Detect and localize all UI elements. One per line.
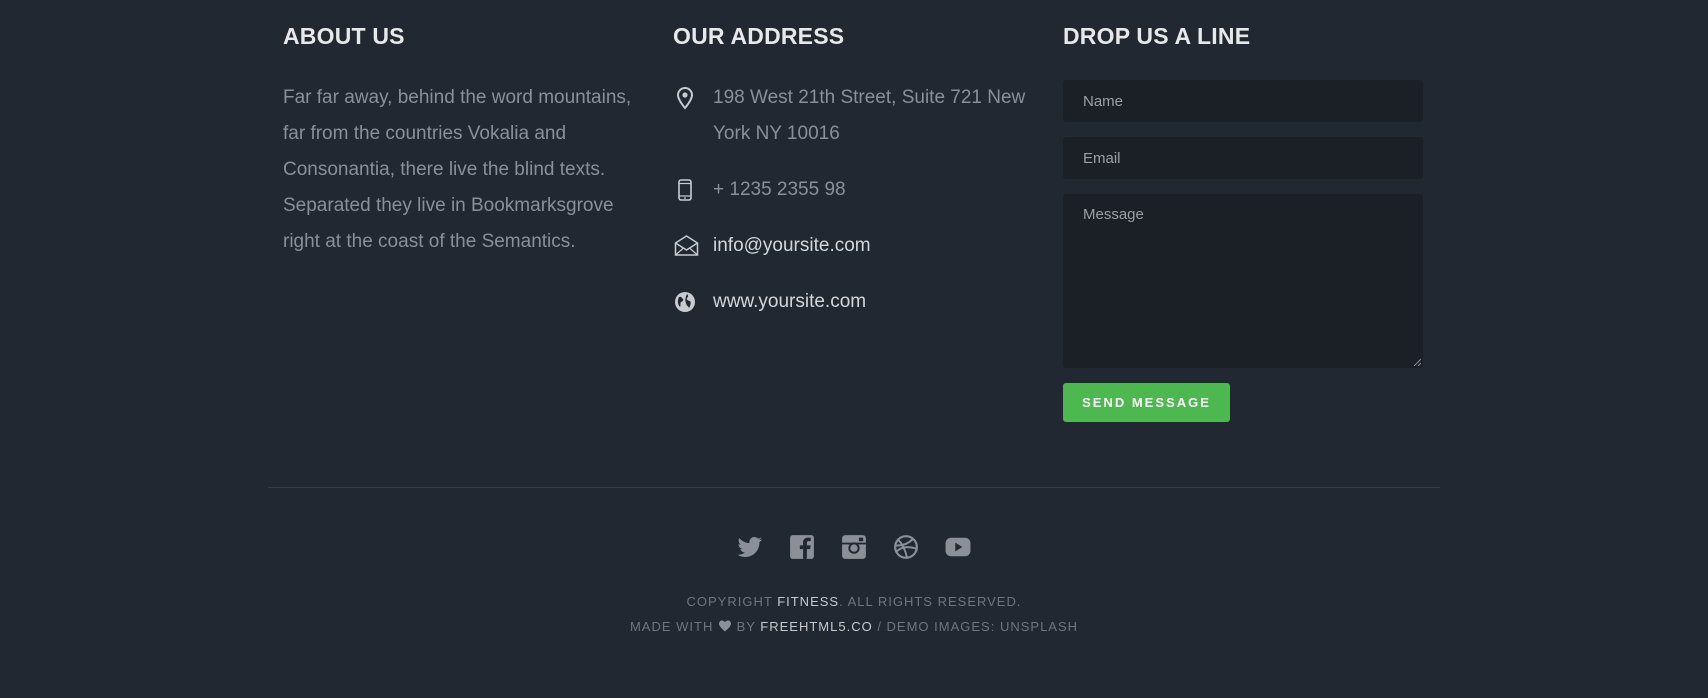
resize-handle-icon[interactable]	[1413, 358, 1421, 366]
heart-icon	[718, 620, 732, 632]
mobile-phone-icon	[673, 172, 713, 208]
by-text: BY	[731, 619, 761, 634]
twitter-icon[interactable]	[737, 533, 764, 560]
about-heading: ABOUT US	[283, 23, 405, 49]
footer-divider	[268, 487, 1440, 488]
message-textarea[interactable]: Message	[1063, 194, 1423, 368]
address-phone-item: + 1235 2355 98	[673, 172, 1043, 208]
address-email-link[interactable]: info@yoursite.com	[713, 228, 1043, 264]
about-text: Far far away, behind the word mountains,…	[283, 87, 632, 252]
brand-name: FITNESS	[777, 594, 840, 609]
name-input[interactable]: Name	[1063, 80, 1423, 122]
email-input-placeholder: Email	[1083, 149, 1121, 167]
email-input[interactable]: Email	[1063, 137, 1423, 179]
copyright-line: COPYRIGHT FITNESS. ALL RIGHTS RESERVED.	[0, 594, 1708, 609]
youtube-icon[interactable]	[945, 533, 972, 560]
demo-images-text: / DEMO IMAGES:	[872, 619, 1000, 634]
globe-icon	[673, 284, 713, 320]
copyright-suffix: . ALL RIGHTS RESERVED.	[839, 594, 1022, 609]
dribbble-icon[interactable]	[893, 533, 920, 560]
unsplash-link[interactable]: UNSPLASH	[1000, 619, 1078, 634]
freehtml5-link[interactable]: FREEHTML5.CO	[760, 619, 872, 634]
contact-heading: DROP US A LINE	[1063, 23, 1251, 49]
address-phone[interactable]: + 1235 2355 98	[713, 172, 1043, 208]
made-with-text: MADE WITH	[629, 619, 718, 634]
name-input-placeholder: Name	[1083, 92, 1124, 110]
address-heading: OUR ADDRESS	[673, 23, 845, 49]
location-pin-icon	[673, 80, 713, 116]
address-website-item: www.yoursite.com	[673, 284, 1043, 320]
copyright-prefix: COPYRIGHT	[686, 594, 778, 609]
address-street-item: 198 West 21th Street, Suite 721 New York…	[673, 80, 1043, 152]
address-website-link[interactable]: www.yoursite.com	[713, 284, 1043, 320]
address-street: 198 West 21th Street, Suite 721 New York…	[713, 87, 1026, 144]
address-email-item: info@yoursite.com	[673, 228, 1043, 264]
instagram-icon[interactable]	[841, 533, 868, 560]
send-message-button[interactable]: SEND MESSAGE	[1063, 383, 1230, 422]
message-textarea-placeholder: Message	[1083, 206, 1144, 223]
envelope-icon	[673, 228, 713, 264]
social-links	[0, 533, 1708, 560]
credits-line: MADE WITH BY FREEHTML5.CO / DEMO IMAGES:…	[0, 619, 1708, 634]
facebook-icon[interactable]	[789, 533, 816, 560]
